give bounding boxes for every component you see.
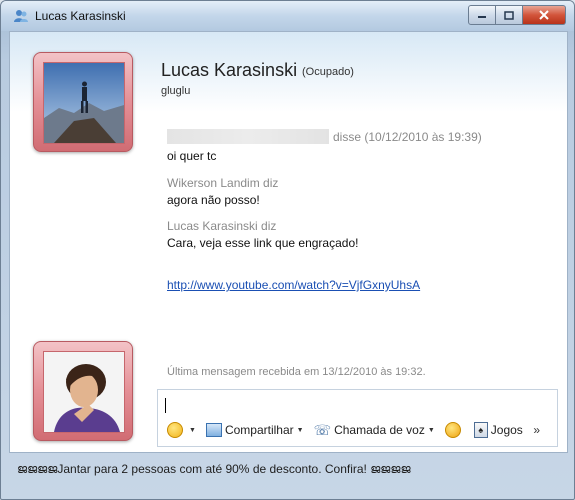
minimize-button[interactable] xyxy=(468,5,496,25)
contact-name: Lucas Karasinski xyxy=(161,60,298,80)
contact-personal-message: gluglu xyxy=(161,85,191,97)
window-title: Lucas Karasinski xyxy=(35,9,126,23)
conversation-area: Lucas Karasinski (Ocupado) gluglu disse … xyxy=(9,31,568,453)
last-message-info: Última mensagem recebida em 13/12/2010 à… xyxy=(167,366,426,378)
share-label: Compartilhar xyxy=(224,423,294,437)
voice-call-button[interactable]: ☏ Chamada de voz ▼ xyxy=(314,422,435,438)
more-options-button[interactable]: » xyxy=(533,423,540,437)
my-display-picture[interactable] xyxy=(33,341,133,441)
emoticon-button[interactable]: ▼ xyxy=(167,422,196,438)
smiley-icon xyxy=(167,422,183,438)
chevron-down-icon: ▼ xyxy=(296,426,304,434)
contact-display-picture[interactable] xyxy=(33,52,133,152)
input-toolbar: ▼ Compartilhar ▼ ☏ Chamada de voz ▼ ♠ Jo… xyxy=(157,416,556,444)
message-text: agora não posso! xyxy=(167,193,260,207)
message-sender: disse (10/12/2010 às 19:39) xyxy=(167,129,482,144)
message-text: oi quer tc xyxy=(167,149,217,163)
share-button[interactable]: Compartilhar ▼ xyxy=(205,423,304,437)
messenger-icon xyxy=(14,10,28,22)
games-icon: ♠ xyxy=(473,422,488,438)
messenger-window: Lucas Karasinski Lucas Karasinski (Ocupa… xyxy=(0,0,575,500)
message-text: Cara, veja esse link que engraçado! xyxy=(167,236,359,250)
message-sender: Lucas Karasinski diz xyxy=(167,219,277,233)
wink-button[interactable] xyxy=(444,422,464,438)
chevron-down-icon: ▼ xyxy=(427,426,435,434)
title-bar[interactable]: Lucas Karasinski xyxy=(1,1,574,31)
maximize-icon xyxy=(504,10,514,20)
phone-icon: ☏ xyxy=(313,422,332,438)
youtube-link[interactable]: http://www.youtube.com/watch?v=VjfGxnyUh… xyxy=(167,278,420,292)
chevron-down-icon: ▼ xyxy=(189,426,196,434)
message-sender: Wikerson Landim diz xyxy=(167,176,279,190)
window-controls xyxy=(468,5,566,25)
wink-icon xyxy=(444,422,461,438)
maximize-button[interactable] xyxy=(496,5,523,25)
advertisement-bar[interactable]: ജജജജJantar para 2 pessoas com até 90% de… xyxy=(9,457,566,481)
close-button[interactable] xyxy=(523,5,566,25)
minimize-icon xyxy=(478,16,486,18)
user-photo xyxy=(43,351,125,433)
games-button[interactable]: ♠ Jogos xyxy=(473,422,523,438)
redacted-sender-name xyxy=(167,129,329,144)
contact-photo xyxy=(43,62,125,144)
close-icon xyxy=(539,10,549,20)
voice-call-label: Chamada de voz xyxy=(334,423,425,437)
text-caret xyxy=(165,398,166,413)
share-icon xyxy=(205,423,222,437)
games-label: Jogos xyxy=(490,423,523,437)
contact-status: (Ocupado) xyxy=(302,66,354,78)
